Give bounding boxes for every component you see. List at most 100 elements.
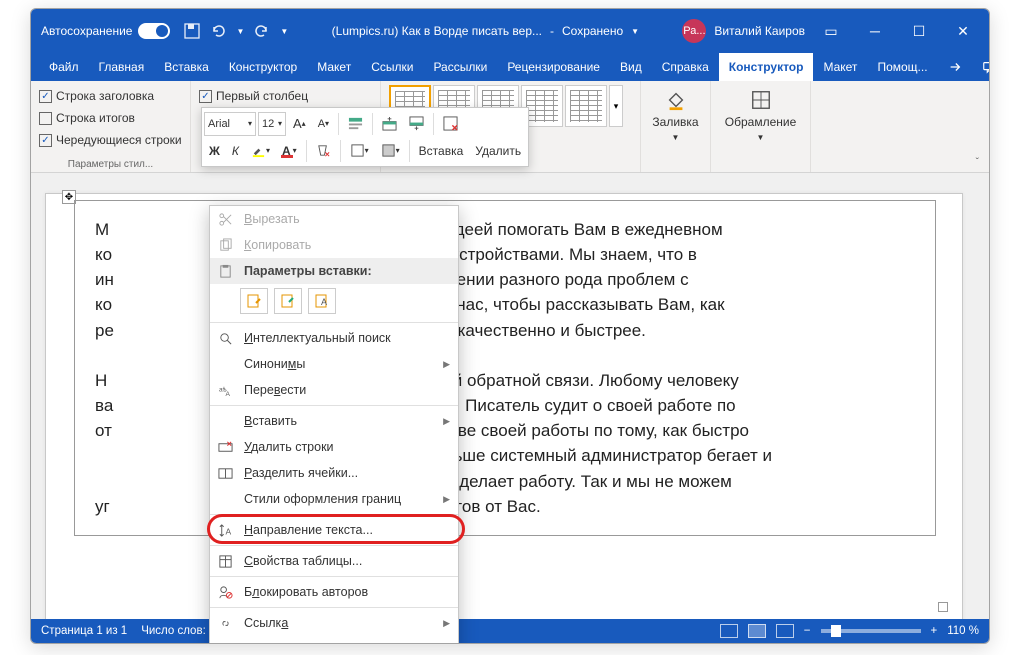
tab-mailings[interactable]: Рассылки xyxy=(423,53,497,81)
menu-synonyms[interactable]: Синонимы▶ xyxy=(210,351,458,377)
bucket-icon xyxy=(665,89,687,111)
shading-mini-icon[interactable]: ▾ xyxy=(376,139,405,163)
tab-table-layout[interactable]: Макет xyxy=(813,53,867,81)
italic-button[interactable]: К xyxy=(227,139,244,163)
zoom-slider[interactable] xyxy=(821,629,921,633)
group-table-style-options: Параметры стил... xyxy=(31,159,190,170)
minimize-icon[interactable]: ─ xyxy=(853,9,897,53)
menu-text-direction[interactable]: A Направление текста... xyxy=(210,517,458,543)
text-direction-icon: A xyxy=(214,523,236,538)
menu-translate[interactable]: аѣA Перевести xyxy=(210,377,458,403)
font-family-combo[interactable]: Arial▾ xyxy=(204,112,256,136)
redo-icon[interactable] xyxy=(254,23,270,39)
shading-button[interactable]: Заливка▼ xyxy=(649,85,702,146)
tab-table-design[interactable]: Конструктор xyxy=(719,53,814,81)
opt-banded-rows[interactable]: ✓Чередующиеся строки xyxy=(39,129,182,151)
document-area[interactable]: ✥ Модержимых идеей помогать Вам в ежедне… xyxy=(31,173,989,619)
menu-link[interactable]: Ссылка▶ xyxy=(210,610,458,636)
page: ✥ Модержимых идеей помогать Вам в ежедне… xyxy=(45,193,963,619)
menu-split-cells[interactable]: Разделить ячейки... xyxy=(210,460,458,486)
zoom-out-icon[interactable]: − xyxy=(804,625,811,637)
menu-cut[interactable]: Вырезать xyxy=(210,206,458,232)
borders-icon xyxy=(750,89,772,111)
table-styles-more[interactable]: ▾ xyxy=(609,85,623,127)
opt-first-column[interactable]: ✓Первый столбец xyxy=(199,85,372,107)
tab-references[interactable]: Ссылки xyxy=(361,53,423,81)
opt-total-row[interactable]: Строка итогов xyxy=(39,107,182,129)
tab-tell-me[interactable]: Помощ... xyxy=(867,53,937,81)
highlight-icon[interactable]: ▾ xyxy=(246,139,275,163)
save-state: Сохранено xyxy=(562,24,623,38)
tab-review[interactable]: Рецензирование xyxy=(497,53,610,81)
grow-font-icon[interactable]: A▴ xyxy=(288,112,311,136)
menu-insert[interactable]: Вставить▶ xyxy=(210,408,458,434)
opt-header-row[interactable]: ✓Строка заголовка xyxy=(39,85,182,107)
delete-row-icon xyxy=(214,440,236,455)
paste-merge[interactable] xyxy=(274,288,302,314)
undo-icon[interactable] xyxy=(210,23,226,39)
delete-table-icon[interactable] xyxy=(438,112,463,136)
menu-table-properties[interactable]: Свойства таблицы... xyxy=(210,548,458,574)
insert-menu[interactable]: Вставка xyxy=(414,139,469,163)
borders-button[interactable]: Обрамление▼ xyxy=(719,85,802,146)
menu-border-styles[interactable]: Стили оформления границ▶ xyxy=(210,486,458,512)
menu-delete-rows[interactable]: Удалить строки xyxy=(210,434,458,460)
collapse-ribbon-icon[interactable]: ˇ xyxy=(976,157,979,168)
insert-row-above-icon[interactable] xyxy=(377,112,402,136)
shrink-font-icon[interactable]: A▾ xyxy=(313,112,334,136)
ribbon-display-icon[interactable]: ▭ xyxy=(809,9,853,53)
table-style-5[interactable] xyxy=(565,85,607,127)
search-icon xyxy=(214,331,236,346)
svg-text:A: A xyxy=(321,297,327,307)
autosave-label: Автосохранение xyxy=(41,24,132,38)
status-page[interactable]: Страница 1 из 1 xyxy=(41,625,127,637)
account-badge[interactable]: Ра... xyxy=(682,19,706,43)
view-print-icon[interactable] xyxy=(748,624,766,638)
bold-button[interactable]: Ж xyxy=(204,139,225,163)
autosave-toggle[interactable] xyxy=(138,23,170,39)
paste-keep-source[interactable] xyxy=(240,288,268,314)
ribbon-tabs: Файл Главная Вставка Конструктор Макет С… xyxy=(31,53,989,81)
share-button[interactable] xyxy=(938,53,972,81)
undo-dropdown[interactable]: ▼ xyxy=(236,27,244,36)
zoom-in-icon[interactable]: + xyxy=(931,625,938,637)
qat-more[interactable]: ▼ xyxy=(280,27,288,36)
insert-row-below-icon[interactable] xyxy=(404,112,429,136)
zoom-value[interactable]: 110 % xyxy=(947,625,979,637)
save-state-dropdown[interactable]: ▼ xyxy=(631,27,639,36)
clear-format-icon[interactable] xyxy=(311,139,336,163)
table-props-icon xyxy=(214,554,236,569)
save-icon[interactable] xyxy=(184,23,200,39)
svg-text:A: A xyxy=(225,391,230,398)
app-window: Автосохранение ▼ ▼ (Lumpics.ru) Как в Во… xyxy=(30,8,990,644)
document-title: (Lumpics.ru) Как в Ворде писать вер... xyxy=(332,24,542,38)
tab-file[interactable]: Файл xyxy=(39,53,89,81)
paste-text-only[interactable]: A xyxy=(308,288,336,314)
title-bar: Автосохранение ▼ ▼ (Lumpics.ru) Как в Во… xyxy=(31,9,989,53)
font-size-combo[interactable]: 12▾ xyxy=(258,112,286,136)
tab-help[interactable]: Справка xyxy=(652,53,719,81)
close-icon[interactable]: ✕ xyxy=(941,9,985,53)
menu-new-comment[interactable]: Создать примечание xyxy=(210,636,458,644)
styles-icon[interactable] xyxy=(343,112,368,136)
font-color-icon[interactable]: A▾ xyxy=(277,139,302,163)
delete-menu[interactable]: Удалить xyxy=(470,139,526,163)
border-icon[interactable]: ▾ xyxy=(345,139,374,163)
menu-copy[interactable]: Копировать xyxy=(210,232,458,258)
menu-smart-lookup[interactable]: Интеллектуальный поиск xyxy=(210,325,458,351)
tab-home[interactable]: Главная xyxy=(89,53,155,81)
table-resize-handle[interactable] xyxy=(938,602,948,612)
maximize-icon[interactable]: ☐ xyxy=(897,9,941,53)
translate-icon: аѣA xyxy=(214,383,236,398)
menu-block-authors[interactable]: Блокировать авторов xyxy=(210,579,458,605)
paste-icon xyxy=(214,264,236,279)
comments-button[interactable] xyxy=(972,53,990,81)
tab-design[interactable]: Конструктор xyxy=(219,53,307,81)
table-cell[interactable]: Модержимых идеей помогать Вам в ежедневн… xyxy=(74,200,936,536)
view-web-icon[interactable] xyxy=(776,624,794,638)
tab-layout[interactable]: Макет xyxy=(307,53,361,81)
tab-insert[interactable]: Вставка xyxy=(154,53,219,81)
user-name[interactable]: Виталий Каиров xyxy=(714,24,805,38)
tab-view[interactable]: Вид xyxy=(610,53,652,81)
view-read-icon[interactable] xyxy=(720,624,738,638)
